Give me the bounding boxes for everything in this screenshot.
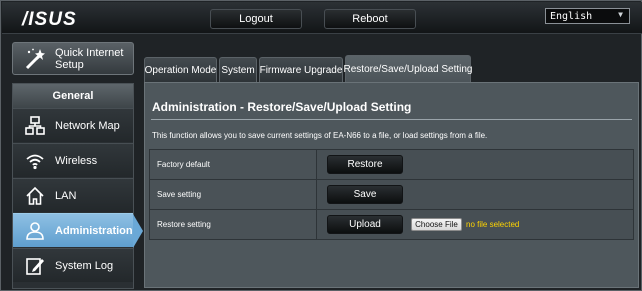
logout-button[interactable]: Logout: [210, 9, 302, 29]
tab-system[interactable]: System: [219, 57, 257, 82]
sidebar-item-label: LAN: [55, 190, 77, 202]
router-admin-window: /ISUS Logout Reboot English ▼ Quick Inte…: [0, 0, 642, 291]
top-bar: /ISUS Logout Reboot English ▼: [2, 2, 642, 34]
upload-button[interactable]: Upload: [327, 215, 403, 234]
sidebar-menu: General Network Map Wireless LAN Adminis…: [12, 83, 143, 289]
sidebar-item-system-log[interactable]: System Log: [13, 248, 133, 282]
system-log-icon: [25, 256, 45, 281]
sidebar-item-network-map[interactable]: Network Map: [13, 108, 133, 142]
sidebar-item-wireless[interactable]: Wireless: [13, 143, 133, 177]
sidebar-item-label: Network Map: [55, 120, 120, 132]
tab-restore-save-upload[interactable]: Restore/Save/Upload Setting: [344, 55, 472, 82]
magic-wand-icon: [23, 47, 47, 76]
table-row-factory-default: Factory default Restore: [150, 150, 633, 180]
table-row-save-setting: Save setting Save: [150, 180, 633, 210]
sidebar-item-administration[interactable]: Administration: [13, 213, 143, 248]
sidebar-item-label: Wireless: [55, 155, 98, 167]
wireless-icon: [25, 151, 45, 176]
reboot-button[interactable]: Reboot: [324, 9, 416, 29]
language-value: English: [550, 10, 593, 22]
title-divider: [151, 119, 632, 120]
chevron-down-icon: ▼: [618, 10, 623, 19]
row-label: Restore setting: [150, 210, 317, 239]
file-status-text: no file selected: [466, 220, 520, 229]
sidebar-item-label: System Log: [55, 260, 114, 272]
tab-firmware-upgrade[interactable]: Firmware Upgrade: [259, 57, 343, 82]
restore-button[interactable]: Restore: [327, 155, 403, 174]
page-description: This function allows you to save current…: [152, 131, 488, 140]
choose-file-button[interactable]: Choose File: [411, 218, 462, 231]
settings-table: Factory default Restore Save setting Sav…: [149, 149, 634, 240]
asus-logo: /ISUS: [22, 9, 77, 30]
language-select[interactable]: English ▼: [545, 8, 630, 24]
page-title: Administration - Restore/Save/Upload Set…: [152, 100, 412, 114]
quick-setup-line2: Setup: [55, 59, 84, 71]
active-indicator-arrow: [133, 214, 143, 248]
tab-operation-mode[interactable]: Operation Mode: [144, 57, 217, 82]
quick-setup-line1: Quick Internet: [55, 47, 124, 59]
save-button[interactable]: Save: [327, 185, 403, 204]
sidebar-item-label: Administration: [55, 225, 133, 237]
table-row-restore-setting: Restore setting Upload Choose File no fi…: [150, 210, 633, 240]
sidebar-item-lan[interactable]: LAN: [13, 178, 133, 212]
sidebar-section-general: General: [13, 84, 133, 108]
settings-panel: Administration - Restore/Save/Upload Set…: [144, 82, 639, 288]
quick-internet-setup-button[interactable]: Quick Internet Setup: [12, 42, 134, 75]
administration-icon: [25, 221, 45, 246]
quick-setup-label: Quick Internet Setup: [55, 47, 123, 71]
row-label: Factory default: [150, 150, 317, 179]
home-icon: [25, 186, 45, 211]
row-label: Save setting: [150, 180, 317, 209]
network-map-icon: [25, 116, 45, 141]
